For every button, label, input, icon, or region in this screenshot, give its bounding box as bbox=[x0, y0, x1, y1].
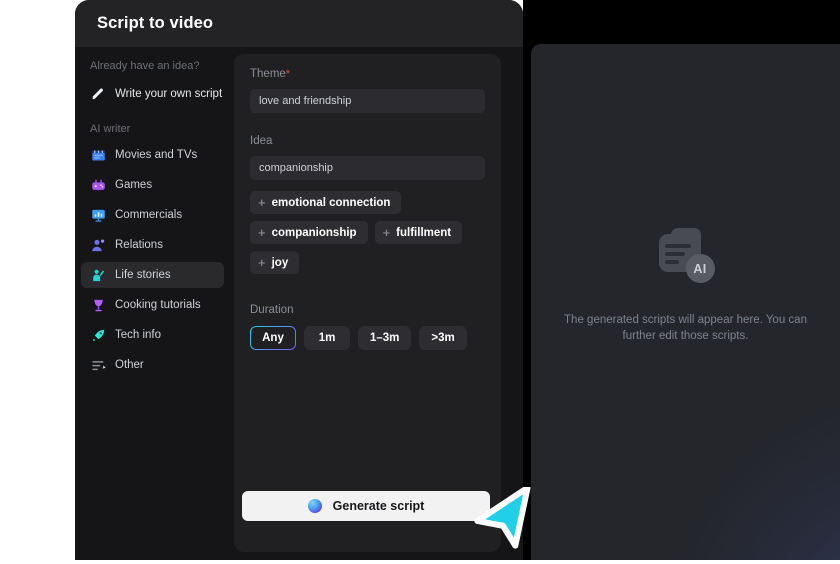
duration-option-1m[interactable]: 1m bbox=[304, 326, 350, 350]
generate-script-button[interactable]: Generate script bbox=[242, 491, 490, 521]
sidebar-item-relations[interactable]: Relations bbox=[81, 232, 224, 258]
idea-input[interactable] bbox=[250, 156, 485, 180]
game-controller-icon bbox=[90, 177, 106, 193]
presentation-chart-icon bbox=[90, 207, 106, 223]
sidebar-section-idea-label: Already have an idea? bbox=[90, 60, 200, 72]
ai-document-icon: AI bbox=[655, 224, 717, 286]
sidebar-item-tech-info[interactable]: Tech info bbox=[81, 322, 224, 348]
sidebar-item-label: Cooking tutorials bbox=[115, 299, 201, 311]
duration-option-over-3m[interactable]: >3m bbox=[419, 326, 467, 350]
chip-label: emotional connection bbox=[271, 196, 391, 209]
person-add-icon bbox=[90, 237, 106, 253]
sidebar-item-label: Movies and TVs bbox=[115, 149, 198, 161]
theme-input[interactable] bbox=[250, 89, 485, 113]
chip-label: fulfillment bbox=[396, 226, 452, 239]
page-background: AI The generated scripts will appear her… bbox=[0, 0, 840, 560]
sidebar-item-life-stories[interactable]: Life stories bbox=[81, 262, 224, 288]
empty-state: AI The generated scripts will appear her… bbox=[531, 44, 840, 560]
idea-label: Idea bbox=[250, 135, 273, 147]
sidebar-item-commercials[interactable]: Commercials bbox=[81, 202, 224, 228]
idea-chip-joy[interactable]: + joy bbox=[250, 251, 300, 274]
modal-header: Script to video bbox=[75, 0, 523, 47]
sidebar-item-write-your-own-script[interactable]: Write your own script bbox=[81, 81, 224, 107]
sidebar-item-label: Commercials bbox=[115, 209, 183, 221]
duration-option-any[interactable]: Any bbox=[250, 326, 296, 350]
chip-label: companionship bbox=[271, 226, 357, 239]
generate-script-label: Generate script bbox=[332, 499, 425, 513]
chip-label: joy bbox=[271, 256, 289, 269]
pencil-icon bbox=[90, 86, 106, 102]
idea-chip-companionship[interactable]: + companionship bbox=[250, 221, 368, 244]
sidebar-item-label: Life stories bbox=[115, 269, 171, 281]
duration-label: Duration bbox=[250, 304, 294, 316]
plus-icon: + bbox=[258, 195, 266, 210]
script-to-video-modal: Script to video Already have an idea? Wr… bbox=[75, 0, 523, 560]
ai-badge-label: AI bbox=[685, 254, 715, 283]
rocket-icon bbox=[90, 327, 106, 343]
plus-icon: + bbox=[382, 225, 391, 240]
sidebar-section-ai-writer-label: AI writer bbox=[90, 123, 131, 135]
sidebar: Already have an idea? Write your own scr… bbox=[75, 47, 230, 560]
script-form-panel: Theme* Idea + emotional connection + com… bbox=[234, 54, 501, 552]
modal-body: Already have an idea? Write your own scr… bbox=[75, 47, 523, 560]
page-title: Script to video bbox=[97, 14, 214, 32]
list-edit-icon bbox=[90, 357, 106, 373]
sidebar-item-cooking-tutorials[interactable]: Cooking tutorials bbox=[81, 292, 224, 318]
sidebar-item-label: Games bbox=[115, 179, 153, 191]
idea-suggestion-chips: + emotional connection + companionship +… bbox=[250, 191, 485, 274]
sidebar-item-games[interactable]: Games bbox=[81, 172, 224, 198]
required-marker: * bbox=[285, 68, 291, 80]
person-wave-icon bbox=[90, 267, 106, 283]
sidebar-item-other[interactable]: Other bbox=[81, 352, 224, 378]
empty-state-text: The generated scripts will appear here. … bbox=[564, 314, 807, 342]
idea-chip-emotional-connection[interactable]: + emotional connection bbox=[250, 191, 402, 214]
theme-label-text: Theme bbox=[250, 68, 286, 80]
sidebar-item-label: Relations bbox=[115, 239, 163, 251]
sidebar-item-label: Tech info bbox=[115, 329, 162, 341]
sidebar-item-label: Write your own script bbox=[115, 88, 223, 100]
plus-icon: + bbox=[258, 225, 266, 240]
clapperboard-icon bbox=[90, 147, 106, 163]
idea-chip-fulfillment[interactable]: + fulfillment bbox=[374, 221, 463, 244]
ai-orb-icon bbox=[307, 499, 322, 513]
sidebar-item-movies-and-tvs[interactable]: Movies and TVs bbox=[81, 142, 224, 168]
theme-label: Theme* bbox=[250, 68, 485, 80]
plus-icon: + bbox=[258, 255, 266, 270]
duration-option-1-3m[interactable]: 1–3m bbox=[358, 326, 412, 350]
generated-scripts-panel: AI The generated scripts will appear her… bbox=[531, 44, 840, 560]
wine-glass-icon bbox=[90, 297, 106, 313]
duration-options: Any 1m 1–3m >3m bbox=[250, 326, 485, 350]
sidebar-item-label: Other bbox=[115, 359, 144, 371]
